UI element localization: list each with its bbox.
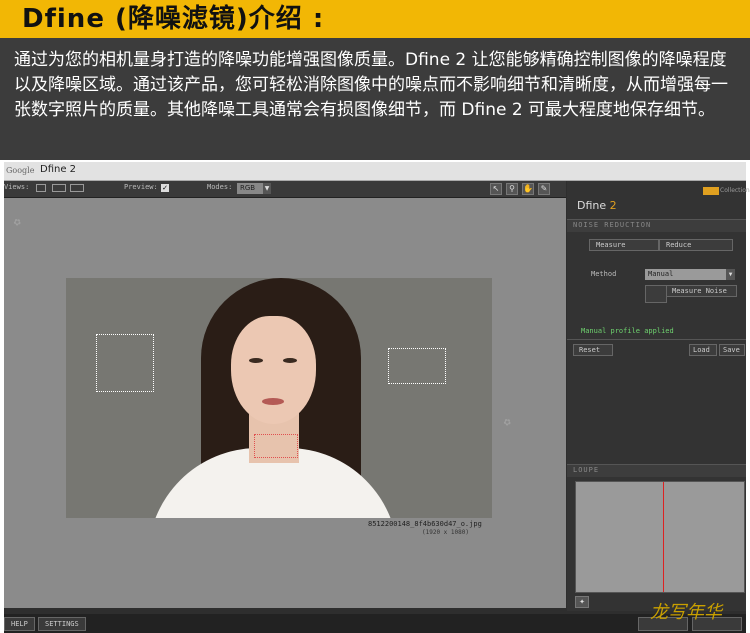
mode-value: RGB (240, 184, 256, 192)
loupe-split-line[interactable] (663, 482, 664, 592)
banner-title: Dfine (降噪滤镜)介绍 : (22, 4, 325, 34)
portrait-photo[interactable] (66, 278, 492, 518)
preview-canvas[interactable]: ✿ ✿ ✿ 8512200148_8f4b630d47_o.jpg (1920 … (4, 198, 566, 608)
noise-reduction-header[interactable]: NOISE REDUCTION (567, 219, 746, 232)
noise-sample-box[interactable] (96, 334, 154, 392)
face (231, 316, 316, 424)
split-view-button[interactable] (52, 184, 66, 192)
window-titlebar: Google Dfine 2 (4, 162, 746, 181)
reduce-tab[interactable]: Reduce (659, 239, 733, 251)
add-point-icon[interactable] (645, 285, 667, 303)
preview-label: Preview: (124, 183, 158, 191)
lips (262, 398, 284, 405)
loupe-label: LOUPE (573, 466, 600, 474)
measure-tab[interactable]: Measure (589, 239, 659, 251)
zoom-tool-icon[interactable]: ⚲ (506, 183, 518, 195)
chevron-down-icon: ▼ (726, 269, 735, 280)
watermark-mark: ✿ (502, 416, 514, 430)
nik-logo (703, 187, 719, 195)
loupe-header[interactable]: LOUPE (567, 464, 746, 477)
image-dimensions: (1920 x 1080) (422, 529, 469, 536)
modes-label: Modes: (207, 183, 233, 191)
bottom-bar: HELP SETTINGS (4, 614, 746, 633)
noise-sample-box-active[interactable] (254, 434, 298, 458)
title-banner: Dfine (降噪滤镜)介绍 : (0, 0, 750, 38)
intro-text: 通过为您的相机量身打造的降噪功能增强图像质量。Dfine 2 让您能够精确控制图… (14, 50, 728, 120)
noise-reduction-label: NOISE REDUCTION (573, 221, 652, 229)
noise-sample-box[interactable] (388, 348, 446, 384)
control-panel: Collection Dfine 2 NOISE REDUCTION Measu… (567, 181, 750, 611)
settings-button[interactable]: SETTINGS (38, 617, 86, 631)
product-version: 2 (609, 199, 617, 212)
method-value: Manual (648, 270, 674, 278)
method-select[interactable]: Manual ▼ (645, 269, 735, 280)
status-message: Manual profile applied (581, 327, 674, 335)
loupe-view[interactable] (575, 481, 745, 593)
mode-select[interactable]: RGB ▼ (237, 183, 271, 194)
product-name: Dfine (577, 199, 607, 212)
chevron-down-icon: ▼ (263, 183, 271, 194)
single-view-button[interactable] (36, 184, 46, 192)
hand-tool-icon[interactable]: ✋ (522, 183, 534, 195)
right-eye (283, 358, 297, 363)
brand-tab: Google (6, 166, 35, 175)
intro-panel: 通过为您的相机量身打造的降噪功能增强图像质量。Dfine 2 让您能够精确控制图… (0, 38, 750, 160)
window-title: Dfine 2 (40, 164, 77, 175)
image-filename: 8512200148_8f4b630d47_o.jpg (368, 520, 482, 528)
preview-checkbox[interactable]: ✓ (161, 184, 169, 192)
color-picker-icon[interactable]: ✎ (538, 183, 550, 195)
load-button[interactable]: Load (689, 344, 717, 356)
pointer-tool-icon[interactable]: ↖ (490, 183, 502, 195)
left-eye (249, 358, 263, 363)
collection-label: Collection (720, 187, 750, 194)
site-watermark: 龙写年华 (650, 602, 722, 623)
views-label: Views: (4, 183, 30, 191)
watermark-mark: ✿ (12, 216, 24, 230)
save-button[interactable]: Save (719, 344, 745, 356)
side-by-side-view-button[interactable] (70, 184, 84, 192)
product-title: Dfine 2 (577, 199, 617, 212)
method-label: Method (591, 270, 617, 278)
dfine-app-window: Google Dfine 2 Views: Preview: ✓ Modes: … (4, 162, 750, 633)
help-button[interactable]: HELP (4, 617, 35, 631)
panel-divider (567, 339, 746, 340)
preview-toolbar: Views: Preview: ✓ Modes: RGB ▼ ↖ ⚲ ✋ ✎ (4, 181, 566, 198)
reset-button[interactable]: Reset (573, 344, 613, 356)
pin-icon[interactable]: ✦ (575, 596, 589, 608)
